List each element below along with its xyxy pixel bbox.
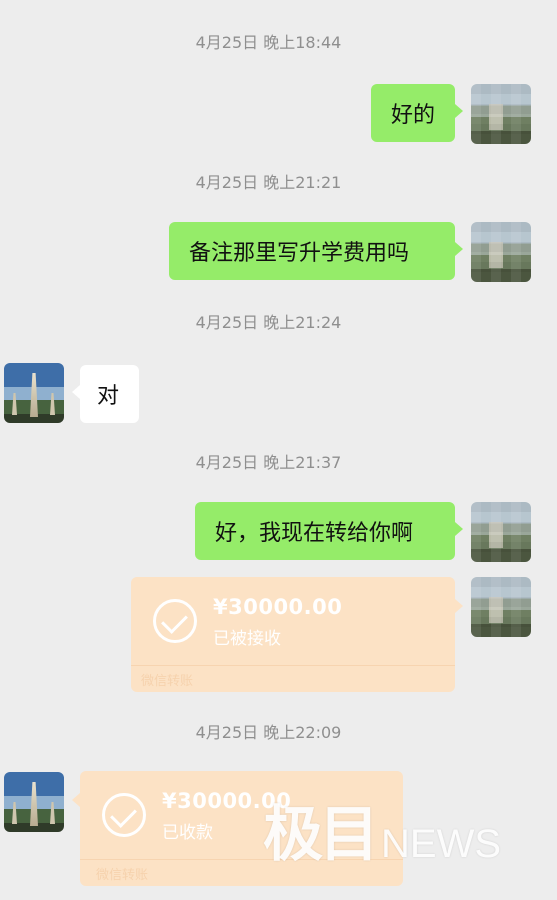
transfer-footer: 微信转账 — [96, 868, 149, 883]
avatar-contact[interactable] — [4, 363, 64, 423]
avatar-image-detail — [12, 393, 17, 415]
transfer-amount: ¥30000.00 — [213, 595, 343, 619]
timestamp: 4月25日 晚上22:09 — [195, 723, 342, 742]
avatar-self[interactable] — [471, 502, 531, 562]
bubble-tail — [72, 385, 80, 399]
avatar-self[interactable] — [471, 84, 531, 144]
avatar-image-detail — [50, 393, 55, 415]
bubble-tail — [455, 599, 463, 613]
bubble-tail — [455, 242, 463, 256]
divider — [131, 665, 455, 666]
check-circle-icon — [153, 599, 197, 643]
message-bubble-received[interactable]: 对 — [72, 365, 139, 423]
timestamp: 4月25日 晚上21:21 — [195, 173, 342, 192]
avatar-image-detail — [30, 782, 38, 826]
avatar-image-detail — [50, 802, 55, 824]
message-text: 好的 — [391, 103, 436, 128]
bubble-tail — [455, 104, 463, 118]
bubble-tail — [455, 522, 463, 536]
watermark-en: NEWS — [381, 822, 501, 866]
avatar-self[interactable] — [471, 577, 531, 637]
avatar-image-detail — [30, 373, 38, 417]
bubble-tail — [72, 793, 80, 807]
check-circle-icon — [102, 793, 146, 837]
timestamp: 4月25日 晚上21:37 — [195, 453, 342, 472]
transfer-status: 已被接收 — [213, 629, 281, 649]
avatar-image-detail — [12, 802, 17, 824]
avatar-contact[interactable] — [4, 772, 64, 832]
transfer-footer: 微信转账 — [141, 674, 194, 689]
message-bubble-sent[interactable]: 备注那里写升学费用吗 — [169, 222, 463, 280]
message-text: 好，我现在转给你啊 — [215, 521, 414, 546]
transfer-status: 已收款 — [162, 823, 213, 843]
chat-area[interactable]: 4月25日 晚上18:44 好的 4月25日 晚上21:21 备注那里写升学费用… — [0, 0, 557, 900]
message-text: 备注那里写升学费用吗 — [189, 241, 410, 266]
message-bubble-sent[interactable]: 好，我现在转给你啊 — [195, 502, 463, 560]
timestamp: 4月25日 晚上18:44 — [195, 33, 342, 52]
message-text: 对 — [97, 384, 120, 409]
transfer-card[interactable]: ¥30000.00 已被接收 微信转账 — [131, 577, 463, 692]
avatar-self[interactable] — [471, 222, 531, 282]
message-bubble-sent[interactable]: 好的 — [371, 84, 463, 142]
timestamp: 4月25日 晚上21:24 — [195, 313, 342, 332]
news-watermark: 极目 NEWS — [263, 800, 501, 870]
watermark-cn: 极目 — [263, 800, 379, 870]
